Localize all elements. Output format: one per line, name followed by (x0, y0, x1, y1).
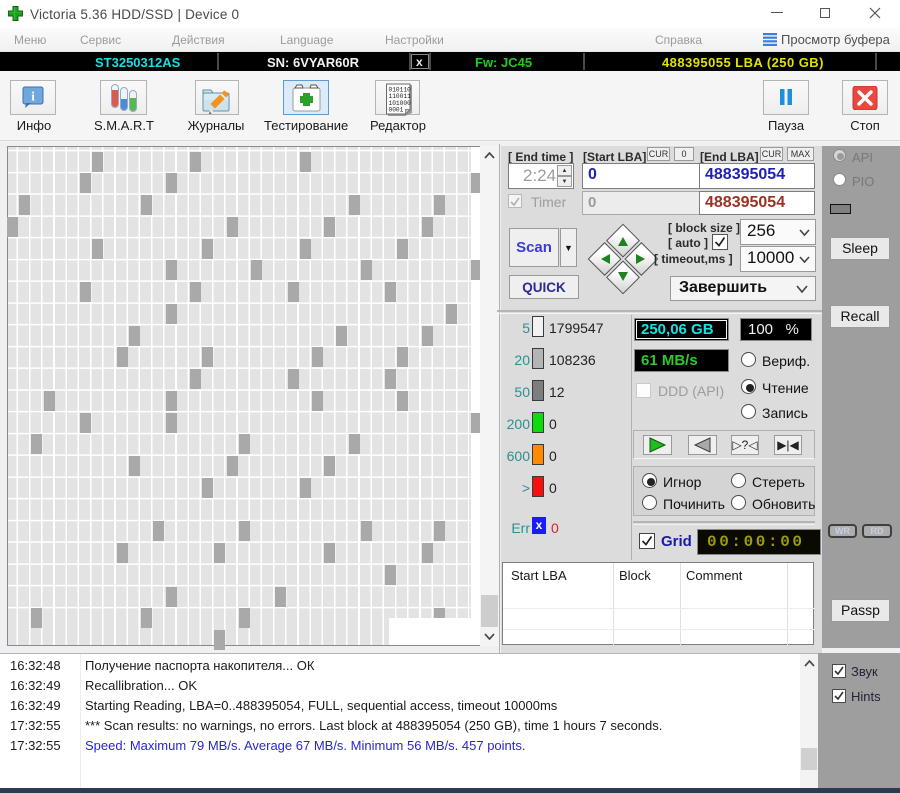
svg-text:i: i (31, 89, 35, 104)
svg-text:0001: 0001 (389, 106, 404, 113)
